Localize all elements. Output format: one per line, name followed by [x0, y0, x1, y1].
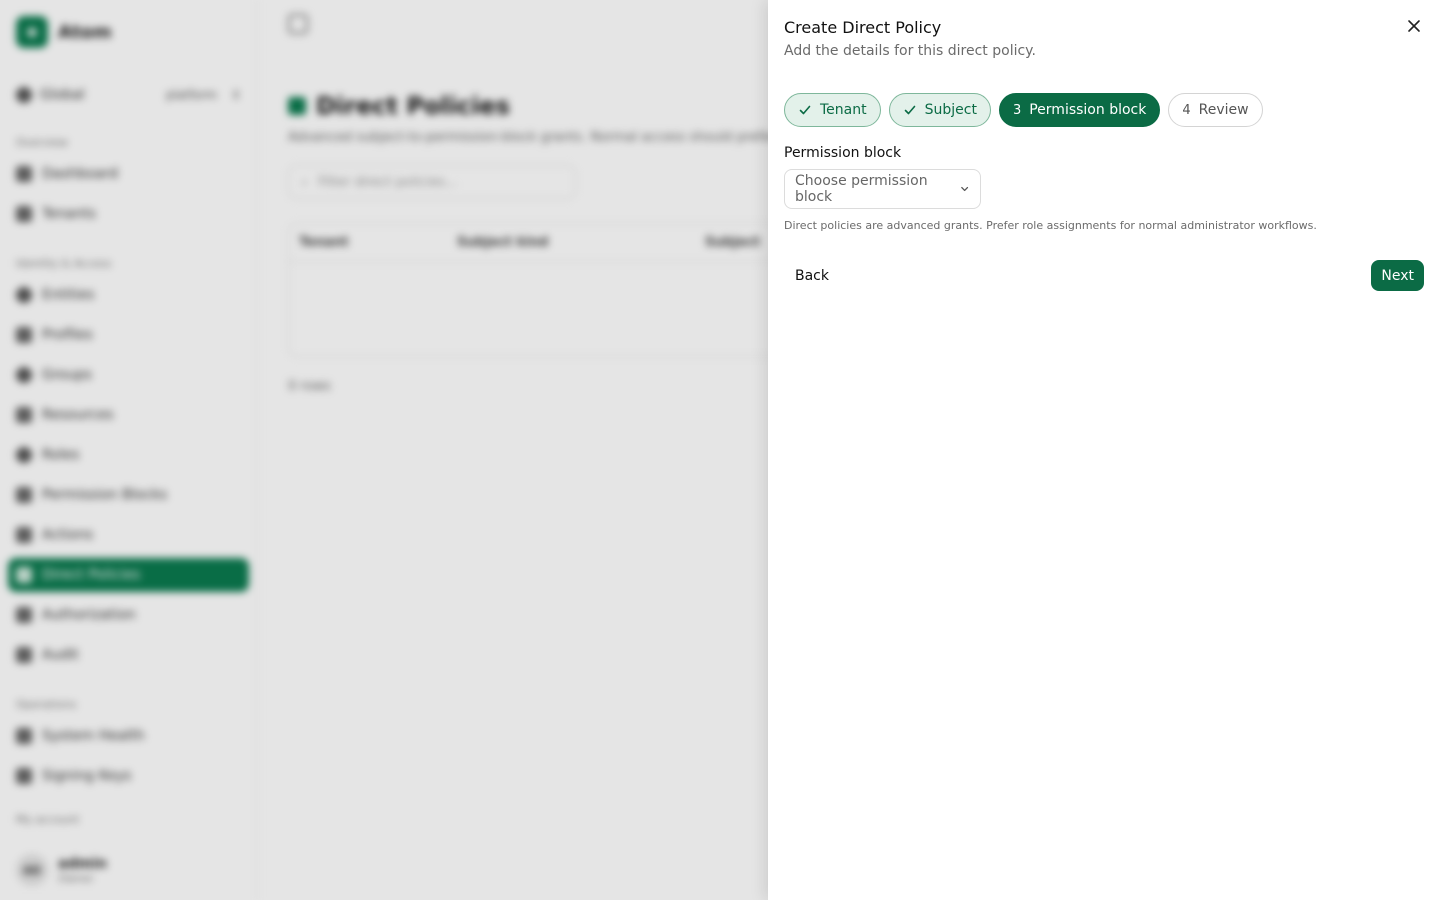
step-label: Permission block: [1029, 102, 1147, 118]
close-icon: [1408, 20, 1420, 32]
close-button[interactable]: [1404, 16, 1424, 36]
step-label: Tenant: [820, 102, 867, 118]
check-icon: [799, 105, 811, 115]
step-number: 3: [1012, 102, 1022, 118]
step-review[interactable]: 4 Review: [1168, 93, 1263, 127]
sheet-description: Add the details for this direct policy.: [784, 43, 1036, 59]
step-permission-block[interactable]: 3 Permission block: [998, 93, 1161, 127]
permission-block-label: Permission block: [784, 145, 902, 161]
sheet-actions: Back Next: [784, 260, 1424, 291]
step-label: Review: [1198, 102, 1249, 118]
back-button[interactable]: Back: [784, 262, 840, 290]
check-icon: [904, 105, 915, 115]
step-subject[interactable]: Subject: [888, 93, 991, 127]
step-tenant[interactable]: Tenant: [784, 93, 881, 127]
hint-text: Direct policies are advanced grants. Pre…: [784, 219, 1317, 232]
next-button[interactable]: Next: [1371, 260, 1424, 291]
permission-block-select[interactable]: Choose permission block: [784, 169, 981, 209]
step-label: Subject: [924, 102, 977, 118]
create-direct-policy-sheet: Create Direct Policy Add the details for…: [768, 0, 1440, 900]
stepper: Tenant Subject 3 Permission block 4 Revi…: [784, 93, 1424, 127]
sheet-title: Create Direct Policy: [784, 18, 942, 37]
chevron-down-icon: [960, 186, 968, 192]
select-placeholder: Choose permission block: [795, 173, 928, 205]
step-number: 4: [1182, 102, 1191, 118]
